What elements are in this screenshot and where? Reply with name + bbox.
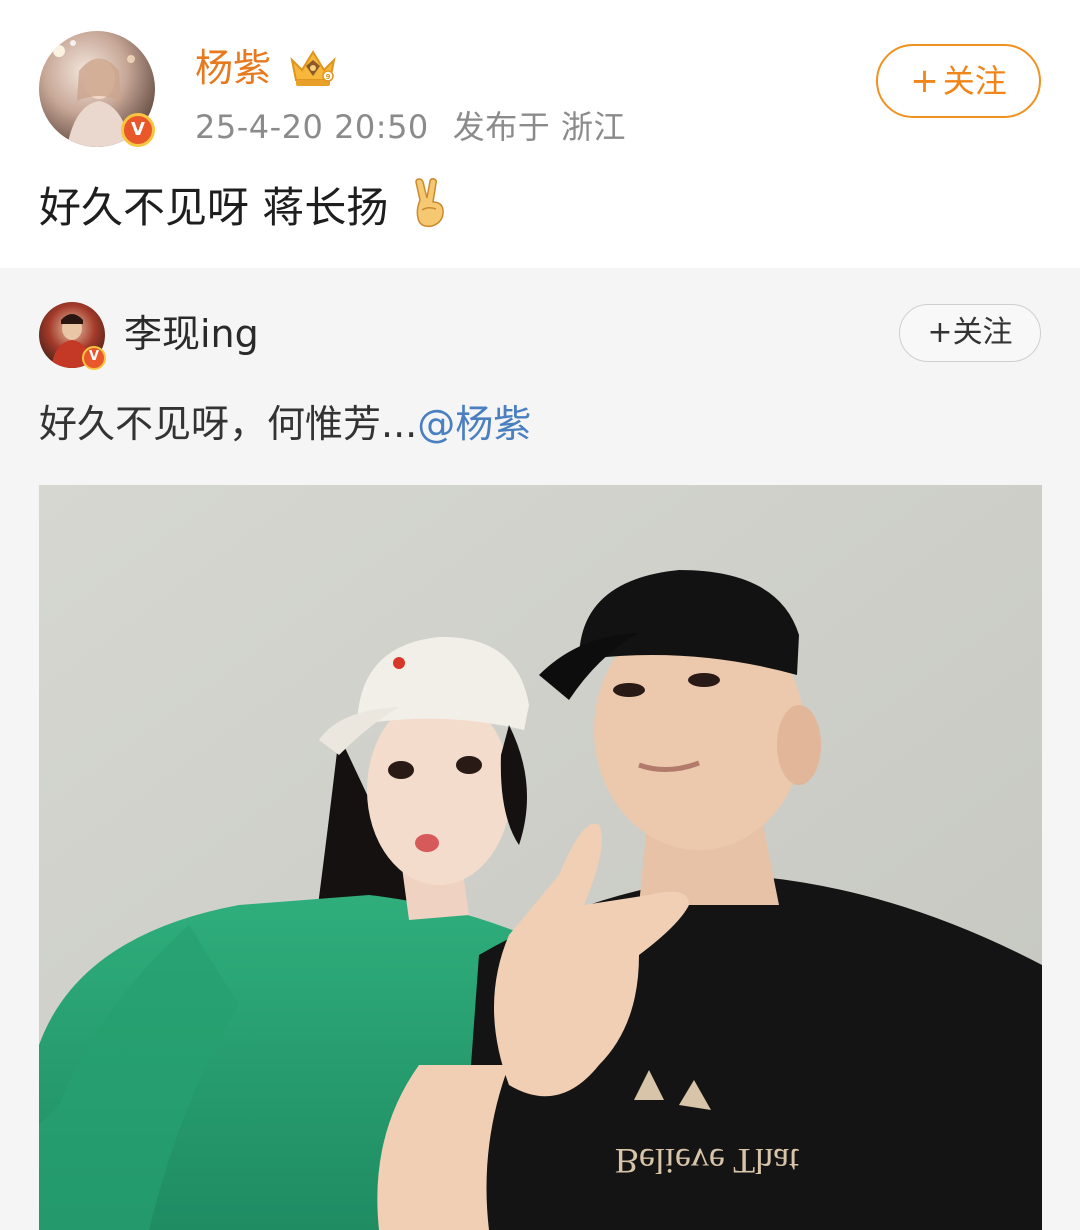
- tshirt-print: Believe That: [615, 1141, 799, 1181]
- svg-text:9: 9: [326, 73, 331, 81]
- crown-icon: 9: [290, 50, 336, 86]
- repost-text: 好久不见呀，何惟芳...@杨紫: [39, 398, 531, 450]
- follow-button[interactable]: + 关注: [876, 44, 1041, 118]
- repost-photo[interactable]: Believe That: [39, 485, 1042, 1230]
- author-name[interactable]: 杨紫: [195, 44, 271, 92]
- mention-link[interactable]: @杨紫: [417, 402, 531, 446]
- plus-icon: +: [927, 315, 953, 350]
- repost-author-name[interactable]: 李现ing: [124, 310, 259, 358]
- post-body: 好久不见呀 蒋长扬: [39, 183, 389, 232]
- post-location: 发布于 浙江: [452, 108, 626, 146]
- repost-follow-button[interactable]: +关注: [899, 304, 1041, 362]
- victory-hand-icon: [414, 178, 444, 228]
- post-text: 好久不见呀 蒋长扬: [39, 178, 450, 236]
- weibo-post-page: V 杨紫 9 25-4-20 20:50 发布于 浙江 + 关注 好久不见呀 蒋长扬: [0, 0, 1080, 1230]
- follow-label: 关注: [942, 62, 1007, 100]
- main-post: V 杨紫 9 25-4-20 20:50 发布于 浙江 + 关注 好久不见呀 蒋长扬: [0, 0, 1080, 268]
- repost-verified-badge-icon: V: [82, 346, 106, 370]
- plus-icon: +: [910, 61, 939, 101]
- follow-label: 关注: [952, 315, 1013, 350]
- repost-body: 好久不见呀，何惟芳...: [39, 402, 418, 446]
- verified-badge-icon: V: [121, 113, 155, 147]
- post-timestamp: 25-4-20 20:50: [195, 108, 429, 146]
- post-meta: 25-4-20 20:50 发布于 浙江: [195, 106, 626, 148]
